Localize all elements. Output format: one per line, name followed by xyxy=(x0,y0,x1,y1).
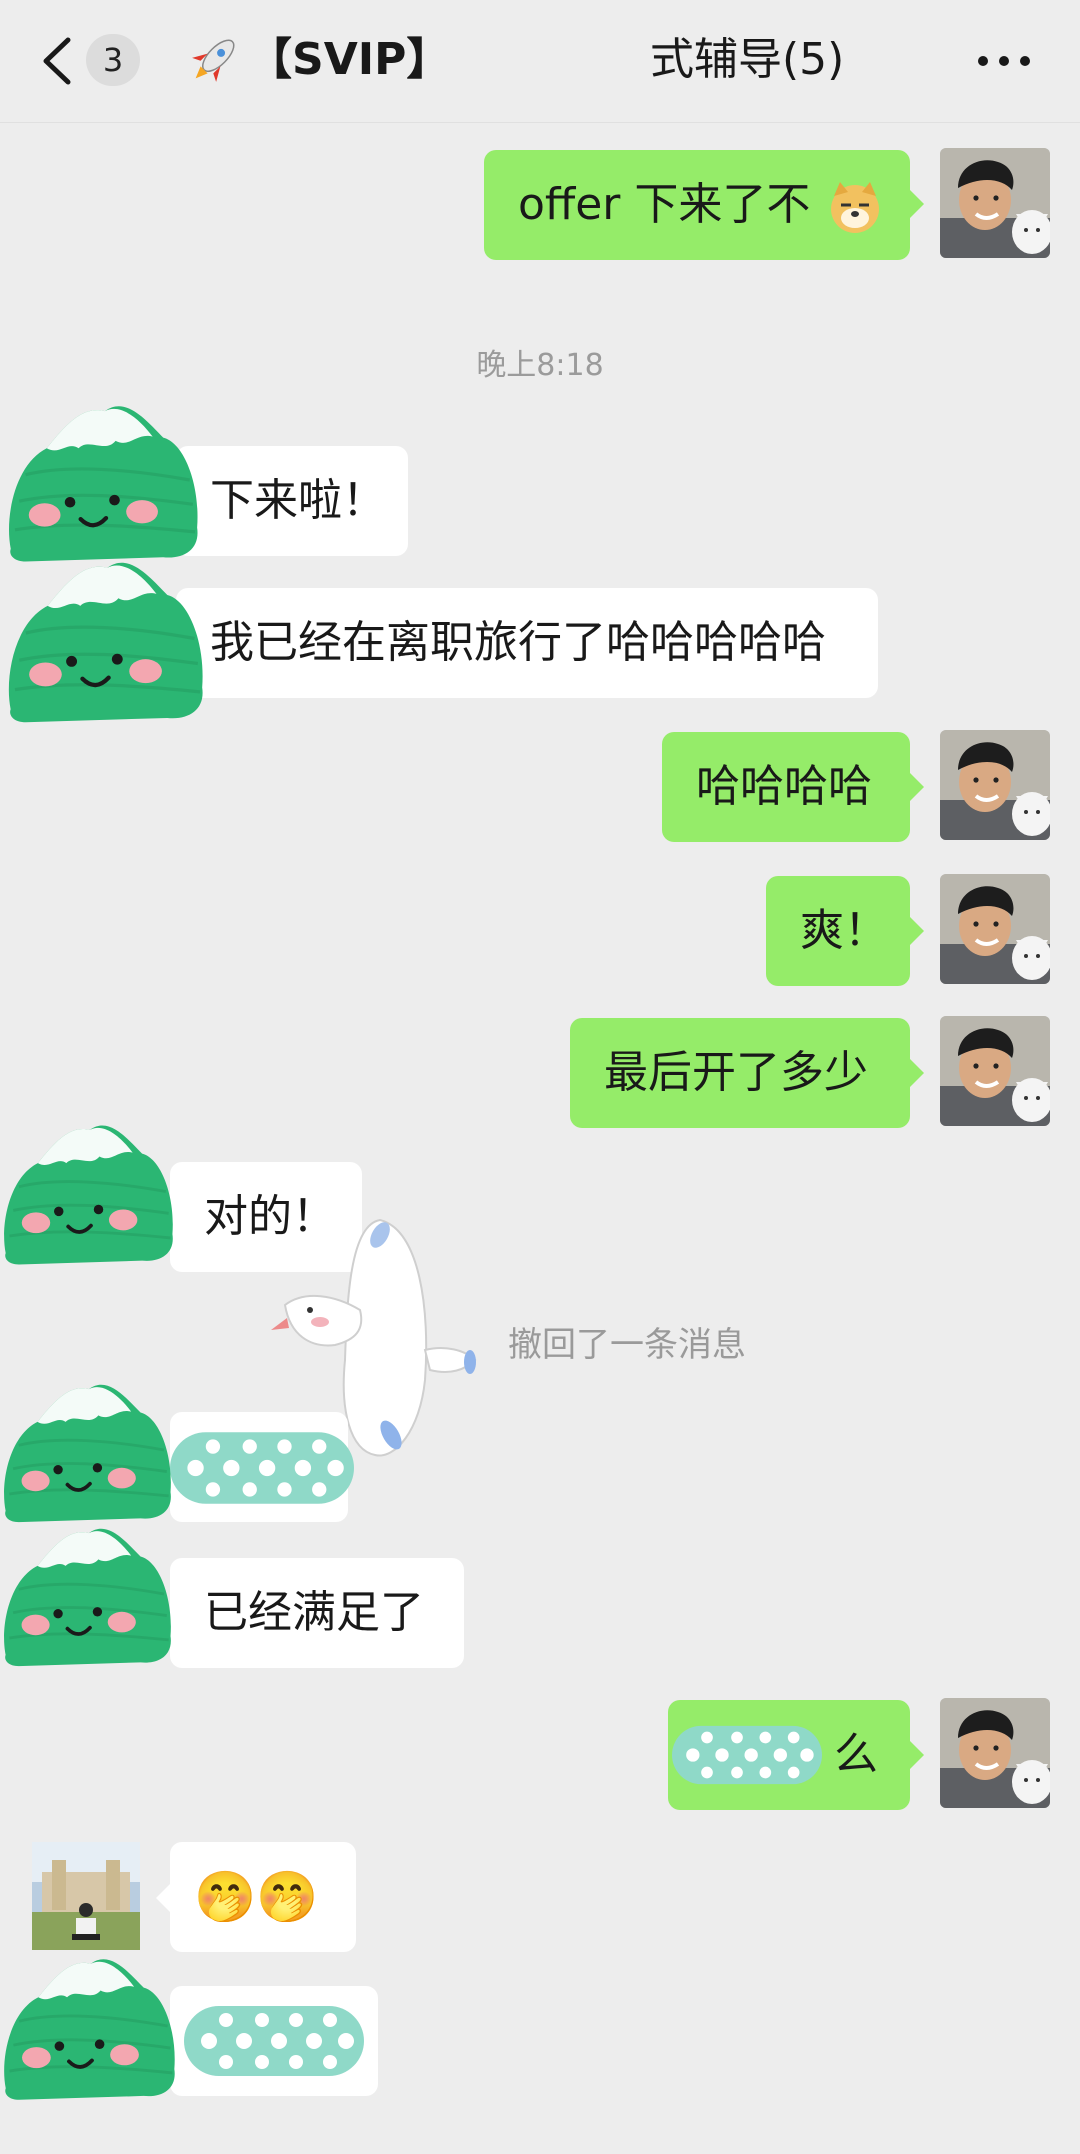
mountain-sticker-avatar xyxy=(0,546,215,731)
incoming-message-bubble[interactable]: 已经满足了 xyxy=(170,1558,464,1668)
recall-notice: 撤回了一条消息 xyxy=(508,1325,746,1365)
privacy-blur-dots xyxy=(170,1432,354,1504)
message-text: 最后开了多少 xyxy=(604,1047,868,1098)
message-text: offer 下来了不 xyxy=(518,179,811,230)
message-text: 下来啦！ xyxy=(210,475,386,526)
my-avatar[interactable] xyxy=(940,148,1050,258)
incoming-message-bubble-redacted[interactable] xyxy=(170,1412,354,1522)
outgoing-message-bubble[interactable]: offer 下来了不 xyxy=(484,150,910,260)
incoming-message-bubble[interactable]: 我已经在离职旅行了哈哈哈哈哈 xyxy=(176,588,878,698)
message-text: 已经满足了 xyxy=(204,1587,424,1638)
mountain-sticker-avatar xyxy=(0,390,210,570)
bubble-tail xyxy=(910,773,924,801)
incoming-message-bubble[interactable]: 下来啦！ xyxy=(176,446,408,556)
message-timestamp: 晚上8:18 xyxy=(476,348,604,383)
back-arrow-icon[interactable] xyxy=(38,34,78,88)
outgoing-message-bubble[interactable]: 么 xyxy=(668,1700,910,1810)
outgoing-message-bubble[interactable]: 最后开了多少 xyxy=(570,1018,910,1128)
bubble-tail xyxy=(910,917,924,945)
more-options-icon[interactable] xyxy=(976,54,1032,68)
bubble-tail xyxy=(910,1059,924,1087)
chat-header: 3 【SVIP】 式辅导(5) xyxy=(0,0,1080,123)
my-avatar[interactable] xyxy=(940,730,1050,840)
outgoing-message-bubble[interactable]: 爽！ xyxy=(766,876,910,986)
chat-title-prefix: 【SVIP】 xyxy=(248,34,451,85)
bubble-tail xyxy=(910,1741,924,1769)
mountain-sticker-avatar xyxy=(2,1957,177,2102)
my-avatar[interactable] xyxy=(940,874,1050,984)
incoming-message-bubble-redacted[interactable] xyxy=(170,1986,378,2096)
my-avatar[interactable] xyxy=(940,1698,1050,1808)
message-text: 我已经在离职旅行了哈哈哈哈哈 xyxy=(210,617,826,668)
mountain-sticker-avatar xyxy=(2,1526,173,1669)
bubble-tail xyxy=(910,190,924,218)
bubble-tail xyxy=(156,1884,170,1912)
my-avatar[interactable] xyxy=(940,1016,1050,1126)
unread-count-badge[interactable]: 3 xyxy=(86,34,140,86)
contact-avatar-photo[interactable] xyxy=(32,1842,140,1950)
doge-emoji-icon xyxy=(831,182,880,233)
chat-title-group-name: 式辅导(5) xyxy=(650,34,845,85)
privacy-blur-dots xyxy=(184,2006,364,2076)
message-emojis: 🤭🤭 xyxy=(194,1868,319,1926)
incoming-message-bubble[interactable]: 🤭🤭 xyxy=(170,1842,356,1952)
rocket-icon xyxy=(192,39,235,82)
message-text: 哈哈哈哈 xyxy=(696,761,872,812)
mountain-sticker-avatar xyxy=(2,1123,175,1267)
privacy-blur-dots xyxy=(672,1725,822,1785)
message-text: 么 xyxy=(834,1729,878,1780)
outgoing-message-bubble[interactable]: 哈哈哈哈 xyxy=(662,732,910,842)
message-text: 爽！ xyxy=(800,905,888,956)
